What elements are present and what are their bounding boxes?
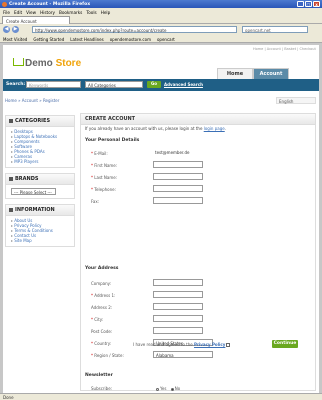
close-button[interactable]: x [313, 1, 320, 7]
bookmark-item[interactable]: opencart [157, 37, 175, 43]
tab-create-account[interactable]: Create Account [2, 16, 70, 24]
privacy-policy-link[interactable]: Privacy Policy [194, 342, 225, 347]
tab-home[interactable]: Home [217, 68, 253, 79]
advanced-search-link[interactable]: Advanced Search [164, 82, 203, 87]
city-label: City: [94, 317, 104, 322]
cart-icon [13, 58, 24, 66]
bookmark-item[interactable]: Latest Headlines [70, 37, 103, 43]
city-field[interactable] [153, 315, 203, 322]
agree-row: I have read and agreed to the Privacy Po… [133, 342, 230, 347]
firstname-field[interactable] [153, 161, 203, 168]
email-field[interactable]: test@member.de [153, 149, 203, 156]
information-box: INFORMATION About Us Privacy Policy Term… [5, 204, 75, 247]
web-page: Home | Account | Basket | Checkout Demo … [3, 45, 319, 393]
subscribe-label: Subscribe: [91, 386, 112, 391]
postcode-label: Post Code: [91, 329, 113, 334]
intro-text: If you already have an account with us, … [85, 126, 226, 131]
login-page-link[interactable]: login page [204, 126, 225, 131]
continue-button[interactable]: Continue [272, 340, 298, 348]
breadcrumb[interactable]: Home » Account » Register [5, 98, 59, 103]
maximize-button[interactable]: □ [305, 1, 312, 7]
keyword-input[interactable]: Keywords [26, 81, 81, 88]
country-label: Country: [94, 341, 112, 346]
brands-box: BRANDS --- Please Select --- [5, 173, 75, 199]
agree-checkbox[interactable] [226, 343, 230, 347]
status-bar: Done [0, 393, 322, 400]
bookmark-item[interactable]: Most Visited [3, 37, 27, 43]
fax-label: Fax: [91, 199, 100, 204]
subscribe-yes-radio[interactable] [156, 387, 159, 391]
minimize-button[interactable]: _ [297, 1, 304, 7]
telephone-field[interactable] [153, 185, 203, 192]
language-select[interactable]: English [276, 97, 316, 104]
region-select[interactable]: Alabama [153, 351, 213, 358]
address2-field[interactable] [153, 303, 203, 310]
info-link[interactable]: Site Map [11, 238, 69, 243]
store-logo[interactable]: Demo Store [13, 58, 81, 69]
subscribe-options: Yes No [153, 386, 180, 391]
search-label: Search: [6, 82, 26, 87]
bullet-icon [9, 176, 13, 181]
address1-label: Address 1: [94, 293, 116, 298]
bullet-icon [9, 207, 13, 212]
category-select[interactable]: All Categories [85, 81, 143, 88]
email-label: E-Mail: [94, 151, 108, 156]
back-icon[interactable]: ◀ [3, 26, 10, 33]
sidebar: CATEGORIES Desktops Laptops & Notebooks … [5, 115, 75, 252]
bookmark-item[interactable]: opendemostore.com [110, 37, 151, 43]
address2-label: Address 2: [91, 305, 113, 310]
tab-account[interactable]: Account [253, 68, 289, 79]
postcode-field[interactable] [153, 327, 203, 334]
region-label: Region / State: [94, 353, 124, 358]
company-label: Company: [91, 281, 112, 286]
search-bar: Search: Keywords All Categories Go Advan… [3, 79, 319, 91]
address-heading: Your Address [85, 266, 119, 271]
subscribe-no-radio[interactable] [170, 387, 174, 391]
bookmarks-toolbar: Most Visited Getting Started Latest Head… [0, 35, 322, 43]
window-titlebar: Create Account - Mozilla Firefox _ □ x [0, 0, 322, 8]
navigation-toolbar: ◀ ▶ http://www.opendemostore.com/index.p… [0, 24, 322, 35]
page-title: CREATE ACCOUNT [81, 114, 315, 125]
address1-field[interactable] [153, 291, 203, 298]
information-title: INFORMATION [15, 207, 55, 213]
menu-bar: File Edit View History Bookmarks Tools H… [0, 8, 322, 15]
fax-field[interactable] [153, 197, 203, 204]
firstname-label: First Name: [94, 163, 118, 168]
firefox-icon [2, 1, 7, 7]
create-account-panel: CREATE ACCOUNT If you already have an ac… [80, 113, 316, 391]
go-button[interactable]: Go [147, 81, 161, 88]
personal-details-heading: Your Personal Details [85, 138, 140, 143]
window-controls: _ □ x [297, 1, 320, 7]
categories-box: CATEGORIES Desktops Laptops & Notebooks … [5, 115, 75, 168]
categories-title: CATEGORIES [15, 118, 51, 124]
address-bar[interactable]: http://www.opendemostore.com/index.php?r… [32, 26, 237, 33]
brands-select[interactable]: --- Please Select --- [11, 188, 56, 195]
lastname-field[interactable] [153, 173, 203, 180]
brands-title: BRANDS [15, 176, 39, 182]
newsletter-heading: Newsletter [85, 373, 113, 378]
top-nav: Home Account [217, 68, 289, 79]
bullet-icon [9, 118, 13, 123]
search-box[interactable]: opencart.net [242, 26, 308, 33]
bookmark-item[interactable]: Getting Started [33, 37, 64, 43]
telephone-label: Telephone: [94, 187, 116, 192]
tab-bar: Create Account [0, 15, 322, 24]
category-link[interactable]: MP3 Players [11, 159, 69, 164]
company-field[interactable] [153, 279, 203, 286]
header-links[interactable]: Home | Account | Basket | Checkout [253, 47, 316, 51]
lastname-label: Last Name: [94, 175, 118, 180]
forward-icon[interactable]: ▶ [12, 26, 19, 33]
window-title: Create Account - Mozilla Firefox [9, 1, 91, 7]
